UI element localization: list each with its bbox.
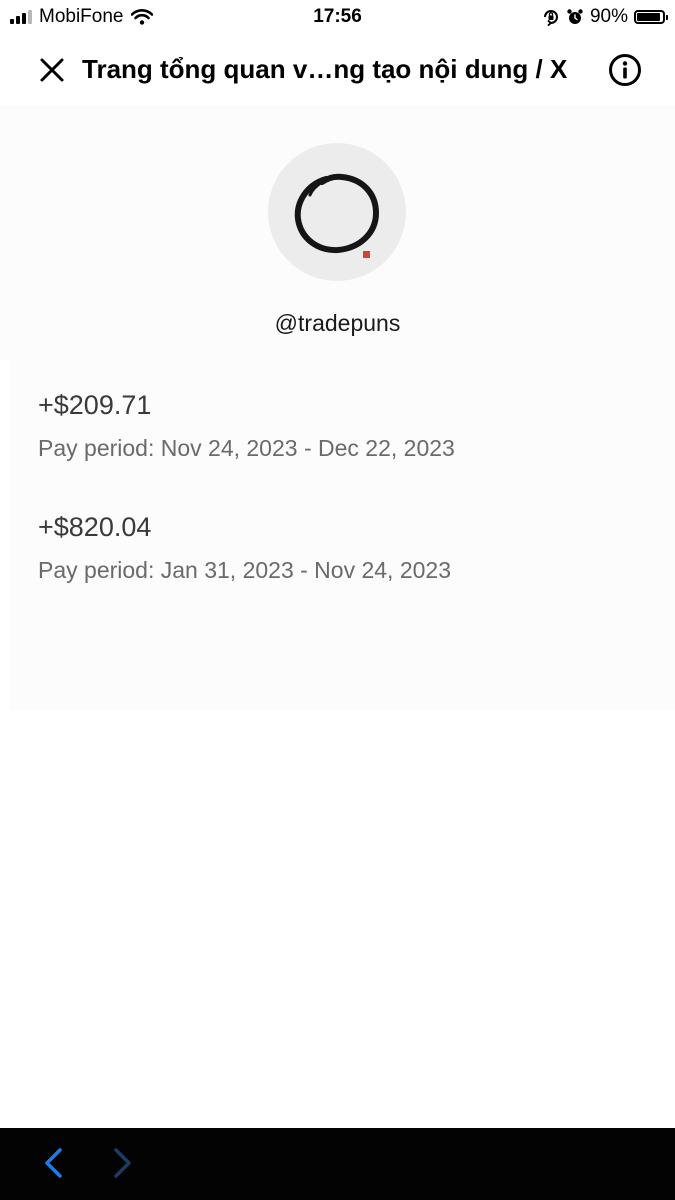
status-bar: MobiFone 17:56 90% xyxy=(0,0,675,34)
payment-amount: +$209.71 xyxy=(38,390,152,420)
alarm-icon xyxy=(567,9,583,24)
profile-handle[interactable]: @tradepuns xyxy=(0,310,675,337)
payment-item: +$820.04 Pay period: Jan 31, 2023 - Nov … xyxy=(38,512,451,584)
header: Trang tổng quan v…ng tạo nội dung / X xyxy=(0,40,675,100)
close-icon xyxy=(40,58,64,82)
enso-circle-avatar xyxy=(294,173,380,258)
orientation-lock-icon xyxy=(543,10,558,26)
battery-percent: 90% xyxy=(589,6,628,27)
status-right: 90% xyxy=(542,6,668,28)
payment-amount: +$820.04 xyxy=(38,512,152,542)
back-button[interactable] xyxy=(36,1146,70,1180)
chevron-right-icon xyxy=(114,1148,131,1178)
page-title: Trang tổng quan v…ng tạo nội dung / X xyxy=(82,54,568,84)
battery-icon xyxy=(634,10,668,24)
close-button[interactable] xyxy=(34,52,70,88)
payment-item: +$209.71 Pay period: Nov 24, 2023 - Dec … xyxy=(38,390,455,462)
info-button[interactable] xyxy=(607,52,643,88)
payment-period: Pay period: Jan 31, 2023 - Nov 24, 2023 xyxy=(38,557,452,583)
browser-toolbar xyxy=(0,1128,675,1200)
chevron-left-icon xyxy=(45,1148,62,1178)
avatar[interactable] xyxy=(268,143,406,281)
info-icon xyxy=(609,54,641,86)
payment-period: Pay period: Nov 24, 2023 - Dec 22, 2023 xyxy=(38,435,455,461)
profile-section: @tradepuns xyxy=(0,105,675,360)
payments-list: +$209.71 Pay period: Nov 24, 2023 - Dec … xyxy=(10,360,675,710)
forward-button[interactable] xyxy=(106,1146,140,1180)
